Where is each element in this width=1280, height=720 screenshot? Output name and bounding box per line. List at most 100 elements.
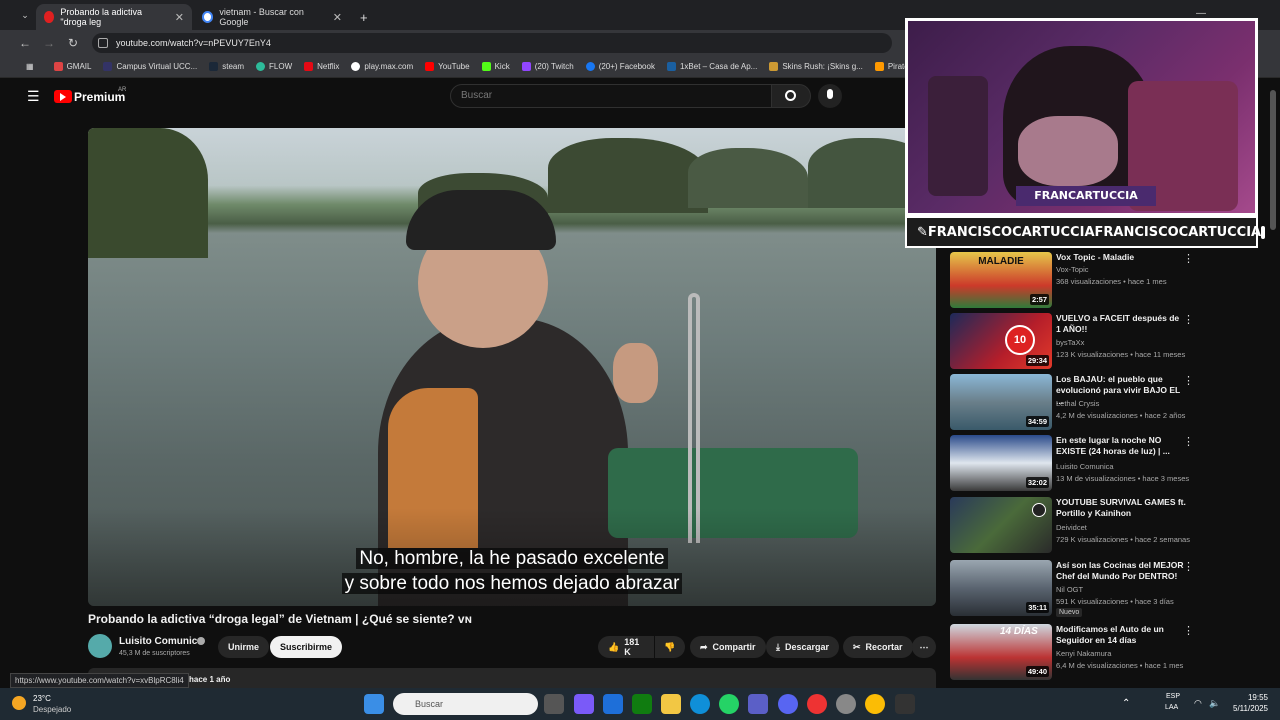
bookmark-item[interactable]: Kick <box>476 62 516 71</box>
recommendation-item[interactable]: MALADIE 2:57 Vox Topic - Maladie Vox-Top… <box>950 252 1270 310</box>
more-options-icon[interactable]: ⋮ <box>1183 374 1194 387</box>
steam-icon[interactable] <box>836 694 856 714</box>
video-duration: 2:57 <box>1029 294 1049 305</box>
search-button[interactable] <box>771 84 811 108</box>
search-input[interactable]: Buscar <box>450 84 772 108</box>
rec-channel[interactable]: Deividcet <box>1056 523 1087 532</box>
url-bar[interactable]: youtube.com/watch?v=nPEVUY7EnY4 <box>92 33 892 53</box>
reload-icon[interactable]: ↻ <box>64 34 82 52</box>
tab-inactive[interactable]: vietnam - Buscar con Google ✕ <box>194 4 350 30</box>
video-thumbnail[interactable]: 10 29:34 <box>950 313 1052 369</box>
rec-channel[interactable]: Kenyi Nakamura <box>1056 649 1111 658</box>
share-button[interactable]: ➦ Compartir <box>690 636 766 658</box>
video-thumbnail[interactable]: 14 DÍAS 49:40 <box>950 624 1052 680</box>
weather-temp[interactable]: 23°C <box>33 694 51 703</box>
bookmark-item[interactable]: (20) Twitch <box>516 62 580 71</box>
language-indicator[interactable]: ESP <box>1166 693 1180 700</box>
bookmark-item[interactable]: Campus Virtual UCC... <box>97 62 203 71</box>
discord-icon[interactable] <box>778 694 798 714</box>
download-button[interactable]: ⤓ Descargar <box>766 636 840 658</box>
tab-search-icon[interactable]: ⌄ <box>16 6 34 24</box>
recommendation-item[interactable]: YOUTUBE SURVIVAL GAMES ft. Portillo y Ka… <box>950 497 1270 555</box>
forward-icon[interactable]: → <box>40 34 58 52</box>
rec-channel[interactable]: Lethal Crysis <box>1056 399 1099 408</box>
volume-icon[interactable]: 🔈 <box>1209 698 1220 709</box>
rec-channel[interactable]: Luisito Comunica <box>1056 462 1114 471</box>
bookmark-item[interactable]: Netflix <box>298 62 345 71</box>
teams-icon[interactable] <box>748 694 768 714</box>
recommendation-item[interactable]: 14 DÍAS 49:40 Modificamos el Auto de un … <box>950 624 1270 682</box>
mic-button[interactable] <box>818 84 842 108</box>
more-options-icon[interactable]: ⋮ <box>1183 252 1194 265</box>
rec-channel[interactable]: Nil OGT <box>1056 585 1083 594</box>
back-icon[interactable]: ← <box>16 34 34 52</box>
apps-icon[interactable]: ▦ <box>20 62 48 71</box>
video-player[interactable]: No, hombre, la he pasado excelente y sob… <box>88 128 936 606</box>
streamer-face <box>1018 116 1118 186</box>
video-thumbnail[interactable]: 32:02 <box>950 435 1052 491</box>
youtube-header: ☰ Premium AR Buscar <box>0 78 905 116</box>
recommendation-item[interactable]: 32:02 En este lugar la noche NO EXISTE (… <box>950 435 1270 493</box>
watch-later-icon[interactable] <box>1032 503 1046 517</box>
bookmark-item[interactable]: Skins Rush: ¡Skins g... <box>763 62 868 71</box>
opera-icon[interactable] <box>807 694 827 714</box>
menu-icon[interactable]: ☰ <box>27 88 40 105</box>
clip-button[interactable]: ✂ Recortar <box>843 636 913 658</box>
bookmark-item[interactable]: (20+) Facebook <box>580 62 661 71</box>
bookmark-item[interactable]: YouTube <box>419 62 475 71</box>
app-icon[interactable] <box>895 694 915 714</box>
more-actions-button[interactable]: ⋯ <box>912 636 936 658</box>
download-label: Descargar <box>784 642 830 652</box>
recommendation-item[interactable]: 34:59 Los BAJAU: el pueblo que evolucion… <box>950 374 1270 432</box>
windows-start-icon[interactable] <box>364 694 384 714</box>
rec-channel[interactable]: Vox-Topic <box>1056 265 1089 274</box>
page-scrollbar[interactable] <box>1270 90 1276 230</box>
more-options-icon[interactable]: ⋮ <box>1183 624 1194 637</box>
close-tab-icon[interactable]: ✕ <box>175 11 184 24</box>
channel-avatar[interactable] <box>88 634 112 658</box>
bookmark-item[interactable]: FLOW <box>250 62 298 71</box>
bookmark-item[interactable]: play.max.com <box>345 62 419 71</box>
more-options-icon[interactable]: ⋮ <box>1183 435 1194 448</box>
mic-icon <box>827 89 833 99</box>
new-tab-icon[interactable]: + <box>352 4 376 30</box>
dislike-button[interactable]: 👎 <box>655 636 685 658</box>
more-options-icon[interactable]: ⋮ <box>1183 313 1194 326</box>
weather-icon <box>12 696 26 710</box>
video-thumbnail[interactable]: MALADIE 2:57 <box>950 252 1052 308</box>
video-thumbnail[interactable]: 35:11 <box>950 560 1052 616</box>
tab-title: vietnam - Buscar con Google <box>219 7 304 27</box>
video-thumbnail[interactable] <box>950 497 1052 553</box>
recommendation-item[interactable]: 10 29:34 VUELVO a FACEIT después de 1 AÑ… <box>950 313 1270 371</box>
outlook-icon[interactable] <box>603 694 623 714</box>
xbox-icon[interactable] <box>632 694 652 714</box>
bookmark-item[interactable]: steam <box>203 62 250 71</box>
tab-active[interactable]: Probando la adictiva "droga leg ✕ <box>36 4 192 30</box>
like-button[interactable]: 👍 181 K <box>598 636 654 658</box>
cliff-left <box>88 128 208 258</box>
rec-title: VUELVO a FACEIT después de 1 AÑO!! <box>1056 313 1180 334</box>
video-thumbnail[interactable]: 34:59 <box>950 374 1052 430</box>
channel-name[interactable]: Luisito Comunica <box>119 636 203 647</box>
more-options-icon[interactable]: ⋮ <box>1183 560 1194 573</box>
copilot-icon[interactable] <box>574 694 594 714</box>
taskbar-search-input[interactable]: Buscar <box>393 693 538 715</box>
video-duration: 35:11 <box>1026 602 1049 613</box>
close-tab-icon[interactable]: ✕ <box>333 11 342 24</box>
clock-time[interactable]: 19:55 <box>1232 693 1268 702</box>
chrome-icon[interactable] <box>865 694 885 714</box>
edge-icon[interactable] <box>690 694 710 714</box>
subscribe-button[interactable]: Suscribirme <box>270 636 343 658</box>
bookmark-item[interactable]: GMAIL <box>48 62 98 71</box>
task-view-icon[interactable] <box>544 694 564 714</box>
tray-chevron-icon[interactable]: ⌃ <box>1122 698 1130 709</box>
site-info-icon[interactable] <box>98 38 108 48</box>
wifi-icon[interactable]: ◠ <box>1194 698 1202 709</box>
whatsapp-icon[interactable] <box>719 694 739 714</box>
bookmark-item[interactable]: 1xBet – Casa de Ap... <box>661 62 763 71</box>
join-button[interactable]: Unirme <box>218 636 270 658</box>
bookmark-label: YouTube <box>438 62 470 71</box>
rec-channel[interactable]: bysTaXx <box>1056 338 1084 347</box>
file-explorer-icon[interactable] <box>661 694 681 714</box>
recommendation-item[interactable]: 35:11 Así son las Cocinas del MEJOR Chef… <box>950 560 1270 618</box>
